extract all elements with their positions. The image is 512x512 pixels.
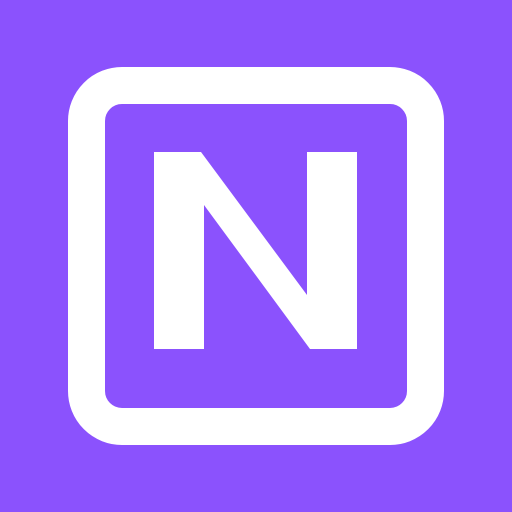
app-icon bbox=[0, 0, 512, 512]
letter-n-glyph bbox=[154, 152, 357, 349]
letter-n-logo-icon bbox=[154, 152, 357, 349]
